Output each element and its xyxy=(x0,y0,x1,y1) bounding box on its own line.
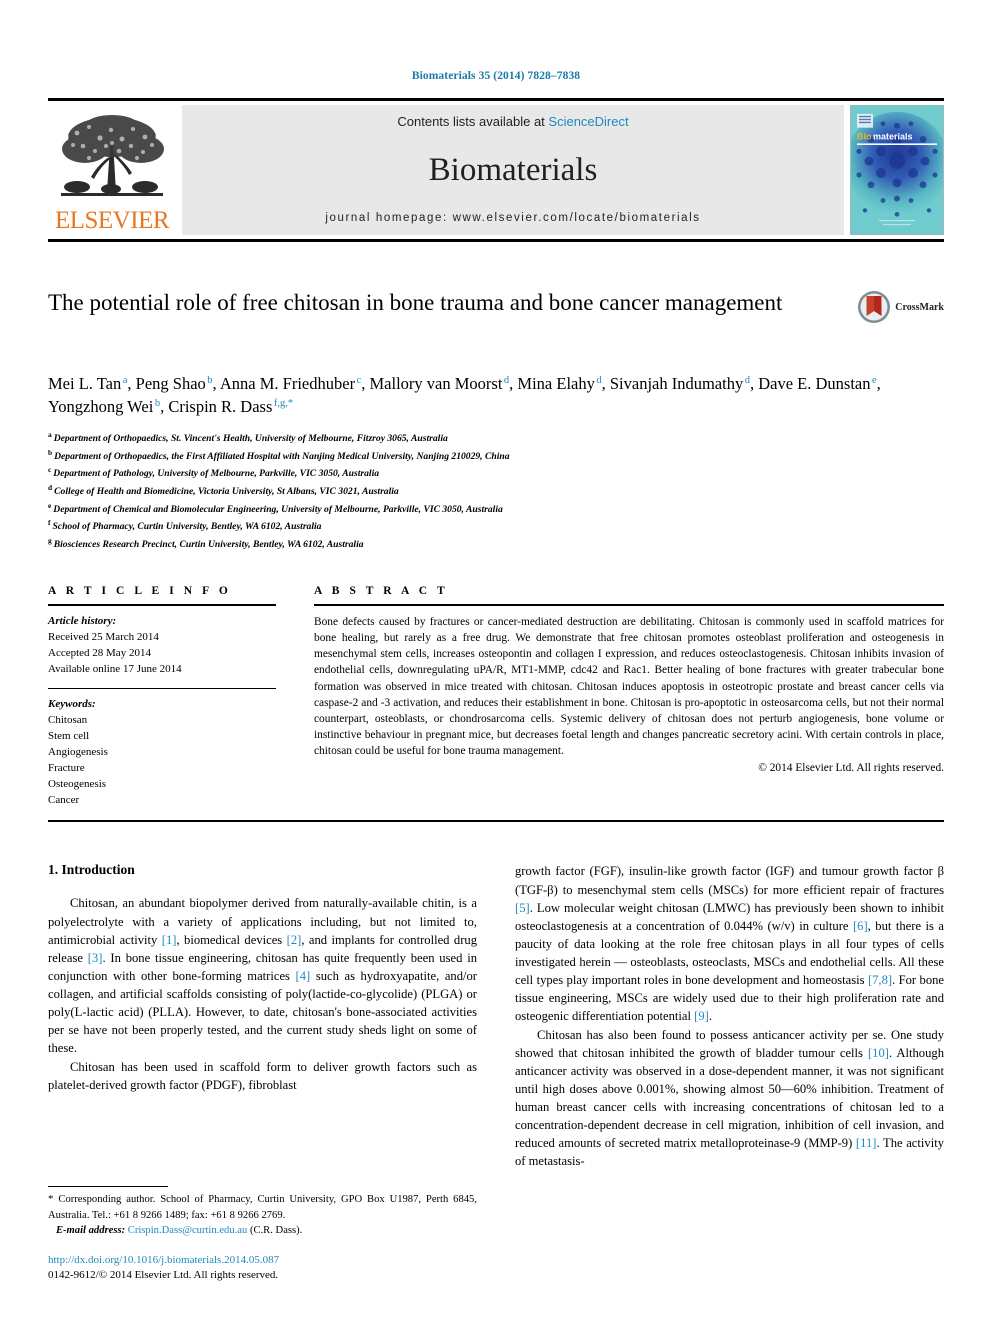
keyword-item: Fracture xyxy=(48,762,85,775)
citation-ref[interactable]: [3] xyxy=(88,951,103,965)
citation-ref[interactable]: [5] xyxy=(515,901,530,915)
corresponding-author-note: * Corresponding author. School of Pharma… xyxy=(48,1192,477,1238)
article-history-item: Received 25 March 2014 xyxy=(48,630,159,643)
paragraph: growth factor (FGF), insulin-like growth… xyxy=(515,864,944,1024)
affiliation-item: b Department of Orthopaedics, the First A… xyxy=(48,447,510,462)
citation-ref[interactable]: [1] xyxy=(162,933,177,947)
page-title: The potential role of free chitosan in b… xyxy=(48,290,783,315)
abstract-heading: A B S T R A C T xyxy=(314,584,449,597)
footnote-block: * Corresponding author. School of Pharma… xyxy=(48,1186,477,1284)
abstract-copyright: © 2014 Elsevier Ltd. All rights reserved… xyxy=(758,761,944,774)
doi-link[interactable]: http://dx.doi.org/10.1016/j.biomaterials… xyxy=(48,1253,477,1269)
citation-ref[interactable]: [6] xyxy=(853,919,868,933)
affiliation-item: d College of Health and Biomedicine, Vict… xyxy=(48,483,399,498)
article-info-heading: A R T I C L E I N F O xyxy=(48,584,232,597)
sciencedirect-link[interactable]: ScienceDirect xyxy=(548,114,628,129)
journal-cover-thumbnail: Bio materials xyxy=(850,105,944,235)
elsevier-tree-icon xyxy=(61,115,164,196)
paragraph: Chitosan, an abundant biopolymer derived… xyxy=(48,896,477,1056)
body-columns: 1. Introduction Chitosan, an abundant bi… xyxy=(48,862,944,1283)
citation-ref[interactable]: [4] xyxy=(296,969,311,983)
keywords-label: Keywords: xyxy=(48,698,96,711)
abstract-text: Bone defects caused by fractures or canc… xyxy=(314,615,944,758)
keyword-item: Angiogenesis xyxy=(48,746,108,759)
article-history-item: Accepted 28 May 2014 xyxy=(48,646,151,659)
author-item: Sivanjah Indumathy d xyxy=(609,374,750,393)
article-info-column: A R T I C L E I N F O Article history: R… xyxy=(48,585,276,809)
affiliation-list: a Department of Orthopaedics, St. Vincent… xyxy=(48,429,944,553)
crossmark-badge[interactable]: CrossMark xyxy=(857,290,944,324)
author-list: Mei L. Tan a, Peng Shao b, Anna M. Friedhu… xyxy=(48,374,881,417)
journal-name: Biomaterials xyxy=(428,152,598,188)
running-head: Biomaterials 35 (2014) 7828–7838 xyxy=(411,70,581,82)
body-column-left: 1. Introduction Chitosan, an abundant bi… xyxy=(48,862,477,1283)
email-link[interactable]: Crispin.Dass@curtin.edu.au xyxy=(128,1225,248,1236)
affiliation-item: f School of Pharmacy, Curtin University, … xyxy=(48,518,322,533)
corresponding-author-text: Corresponding author. School of Pharmacy… xyxy=(48,1194,478,1222)
keyword-item: Cancer xyxy=(48,794,80,807)
paper-page: Biomaterials 35 (2014) 7828–7838 ELSEVIE… xyxy=(0,0,992,1323)
abstract-column: A B S T R A C T Bone defects caused by f… xyxy=(314,585,944,809)
author-item: Mina Elahy d xyxy=(517,374,602,393)
affiliation-item: e Department of Chemical and Biomolecular… xyxy=(48,500,503,515)
author-item: Mei L. Tan a xyxy=(48,374,128,393)
author-item: Mallory van Moorst d xyxy=(369,374,510,393)
citation-ref[interactable]: [10] xyxy=(868,1046,889,1060)
crossmark-label: CrossMark xyxy=(895,301,944,313)
article-history-label: Article history: xyxy=(48,614,117,627)
email-owner: (C.R. Dass). xyxy=(249,1225,303,1237)
affiliation-item: a Department of Orthopaedics, St. Vincent… xyxy=(48,429,448,445)
journal-header-band: ELSEVIER Contents lists available at Sci… xyxy=(48,98,944,242)
author-item: Yongzhong Wei b xyxy=(48,397,161,417)
citation-ref[interactable]: [7,8] xyxy=(868,973,892,987)
author-item: Anna M. Friedhuber c xyxy=(219,374,362,393)
divider xyxy=(48,1186,168,1188)
affiliation-item: g Biosciences Research Precinct, Curtin U… xyxy=(48,536,364,551)
citation-ref[interactable]: [9] xyxy=(694,1009,709,1023)
keyword-item: Chitosan xyxy=(48,714,88,727)
paragraph: Chitosan has also been found to possess … xyxy=(515,1027,944,1169)
paragraph: Chitosan has been used in scaffold form … xyxy=(48,1059,477,1092)
section-heading-introduction: 1. Introduction xyxy=(48,862,135,878)
journal-header-center: Contents lists available at ScienceDirec… xyxy=(182,105,844,235)
citation-ref[interactable]: [2] xyxy=(287,933,302,947)
citation-ref[interactable]: [11] xyxy=(856,1136,877,1150)
author-item: Crispin R. Dass f,g,* xyxy=(168,397,294,417)
keywords-block: Keywords: Chitosan Stem cell Angiogenesi… xyxy=(48,688,276,808)
body-column-right: growth factor (FGF), insulin-like growth… xyxy=(515,862,944,1283)
elsevier-logo: ELSEVIER xyxy=(48,105,176,235)
crossmark-icon xyxy=(858,291,891,323)
journal-homepage-link[interactable]: journal homepage: www.elsevier.com/locat… xyxy=(325,212,700,224)
author-item: Dave E. Dunstan e xyxy=(758,374,877,393)
journal-cover-art: Bio materials xyxy=(851,106,943,234)
article-history-item: Available online 17 June 2014 xyxy=(48,663,182,676)
affiliation-item: c Department of Pathology, University of … xyxy=(48,465,380,480)
doi-block: http://dx.doi.org/10.1016/j.biomaterials… xyxy=(48,1253,477,1284)
cover-title-bio: Bio xyxy=(857,132,872,142)
cover-title-materials: materials xyxy=(873,132,913,142)
issn-copyright-line: 0142-9612/© 2014 Elsevier Ltd. All right… xyxy=(48,1269,279,1282)
article-history-block: Article history: Received 25 March 2014 … xyxy=(48,606,276,677)
contents-prefix: Contents lists available at xyxy=(397,114,549,129)
author-item: Peng Shao b xyxy=(135,374,213,393)
divider xyxy=(48,820,944,823)
keyword-item: Stem cell xyxy=(48,730,90,743)
email-label: E-mail address: xyxy=(55,1225,126,1237)
elsevier-wordmark: ELSEVIER xyxy=(54,207,170,234)
contents-available-line: Contents lists available at ScienceDirec… xyxy=(397,114,628,129)
keyword-item: Osteogenesis xyxy=(48,778,107,791)
footnote-star: * xyxy=(48,1193,54,1206)
title-block: The potential role of free chitosan in b… xyxy=(48,288,944,352)
info-abstract-section: A R T I C L E I N F O Article history: R… xyxy=(48,585,944,809)
